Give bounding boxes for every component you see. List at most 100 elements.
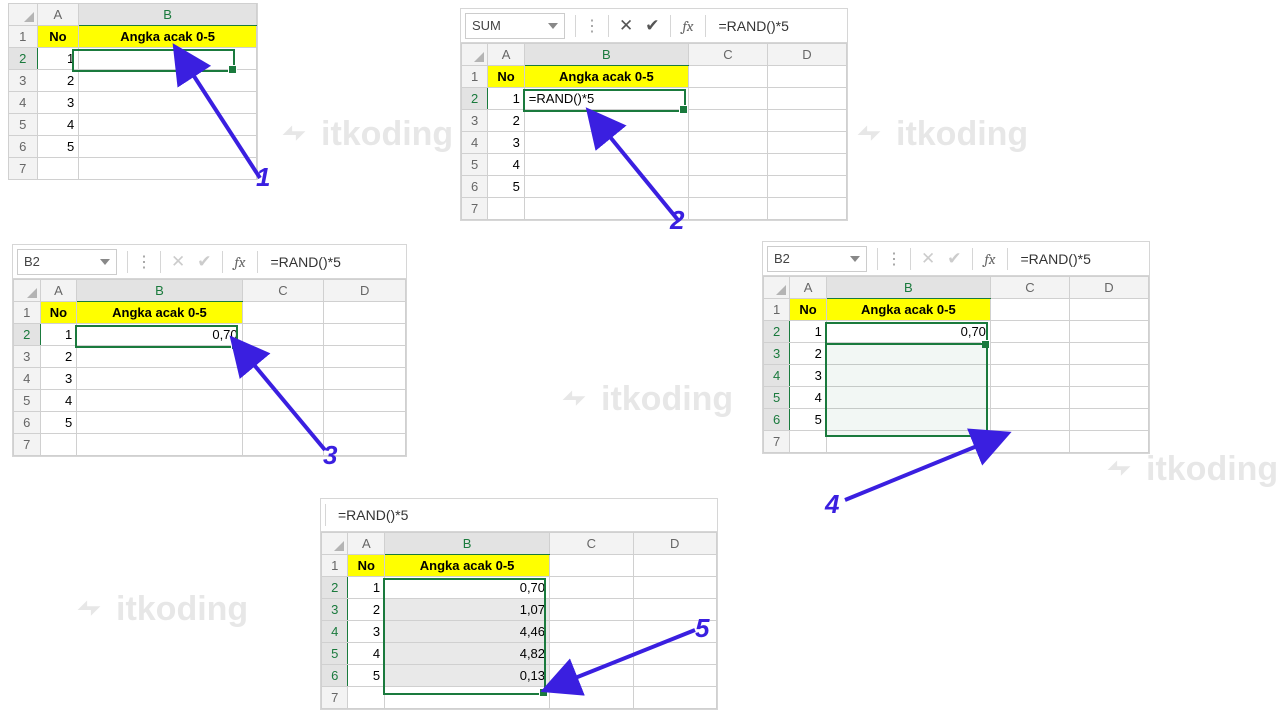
cell-b2[interactable]: 0,70 xyxy=(77,324,242,346)
row-header[interactable]: 2 xyxy=(462,88,488,110)
cell-a4[interactable]: 3 xyxy=(348,621,385,643)
row-header[interactable]: 3 xyxy=(14,346,41,368)
cell-b5[interactable]: 4,82 xyxy=(385,643,550,665)
name-box[interactable]: B2 xyxy=(17,249,117,275)
row-header[interactable]: 5 xyxy=(14,390,41,412)
cell-b6[interactable] xyxy=(79,136,257,158)
cell-b1[interactable]: Angka acak 0-5 xyxy=(79,26,257,48)
cell-b1[interactable]: Angka acak 0-5 xyxy=(826,299,990,321)
row-header[interactable]: 4 xyxy=(462,132,488,154)
cell-b6[interactable]: 0,13 xyxy=(385,665,550,687)
col-header-c[interactable]: C xyxy=(242,280,324,302)
col-header-b[interactable]: B xyxy=(77,280,242,302)
row-header[interactable]: 1 xyxy=(9,26,38,48)
cell-a1[interactable]: No xyxy=(790,299,826,321)
more-icon[interactable]: ⋮ xyxy=(580,16,604,36)
col-header-d[interactable]: D xyxy=(633,533,717,555)
cell-a1[interactable]: No xyxy=(37,26,79,48)
cell-a1[interactable]: No xyxy=(348,555,385,577)
row-header[interactable]: 1 xyxy=(462,66,488,88)
row-header[interactable]: 7 xyxy=(322,687,348,709)
col-header-a[interactable]: A xyxy=(790,277,826,299)
row-header[interactable]: 6 xyxy=(462,176,488,198)
cell-a2[interactable]: 1 xyxy=(348,577,385,599)
corner-cell[interactable] xyxy=(9,4,38,26)
name-box[interactable]: SUM xyxy=(465,13,565,39)
cell-a4[interactable]: 3 xyxy=(790,365,826,387)
cell-a6[interactable]: 5 xyxy=(40,412,77,434)
step5-grid[interactable]: A B C D 1 No Angka acak 0-5 2 1 0,70 3 2… xyxy=(321,532,717,709)
cell-b5[interactable] xyxy=(79,114,257,136)
cell-a1[interactable]: No xyxy=(488,66,524,88)
formula-input[interactable]: =RAND()*5 xyxy=(330,507,717,523)
cell-a2[interactable]: 1 xyxy=(40,324,77,346)
col-header-c[interactable]: C xyxy=(688,44,767,66)
cell-a4[interactable]: 3 xyxy=(40,368,77,390)
cell-b1[interactable]: Angka acak 0-5 xyxy=(385,555,550,577)
step2-grid[interactable]: A B C D 1 No Angka acak 0-5 2 1 =RAND()*… xyxy=(461,43,847,220)
corner-cell[interactable] xyxy=(322,533,348,555)
row-header[interactable]: 4 xyxy=(764,365,790,387)
row-header[interactable]: 5 xyxy=(322,643,348,665)
corner-cell[interactable] xyxy=(462,44,488,66)
cell-a2[interactable]: 1 xyxy=(37,48,79,70)
cell-b1[interactable]: Angka acak 0-5 xyxy=(524,66,688,88)
row-header[interactable]: 1 xyxy=(14,302,41,324)
cell-b2[interactable]: =RAND()*5 xyxy=(524,88,688,110)
cell-a1[interactable]: No xyxy=(40,302,77,324)
cell-a2[interactable]: 1 xyxy=(488,88,524,110)
step4-grid[interactable]: A B C D 1 No Angka acak 0-5 2 1 0,70 3 2… xyxy=(763,276,1149,453)
row-header[interactable]: 7 xyxy=(14,434,41,456)
fx-icon[interactable]: fx xyxy=(675,17,702,35)
col-header-a[interactable]: A xyxy=(488,44,524,66)
row-header[interactable]: 4 xyxy=(14,368,41,390)
col-header-d[interactable]: D xyxy=(324,280,406,302)
col-header-a[interactable]: A xyxy=(37,4,79,26)
cell-a3[interactable]: 2 xyxy=(348,599,385,621)
row-header[interactable]: 6 xyxy=(764,409,790,431)
cell-a5[interactable]: 4 xyxy=(40,390,77,412)
cell-a3[interactable]: 2 xyxy=(488,110,524,132)
cell-a5[interactable]: 4 xyxy=(488,154,524,176)
col-header-d[interactable]: D xyxy=(767,44,846,66)
cell-a5[interactable]: 4 xyxy=(348,643,385,665)
row-header[interactable]: 2 xyxy=(764,321,790,343)
col-header-c[interactable]: C xyxy=(990,277,1069,299)
col-header-d[interactable]: D xyxy=(1069,277,1148,299)
cell-b2[interactable]: 0,70 xyxy=(385,577,550,599)
cell-a4[interactable]: 3 xyxy=(488,132,524,154)
row-header[interactable]: 3 xyxy=(764,343,790,365)
col-header-b[interactable]: B xyxy=(826,277,990,299)
row-header[interactable]: 6 xyxy=(322,665,348,687)
cell-a4[interactable]: 3 xyxy=(37,92,79,114)
col-header-a[interactable]: A xyxy=(348,533,385,555)
fx-icon[interactable]: fx xyxy=(977,250,1004,268)
row-header[interactable]: 7 xyxy=(9,158,38,180)
row-header[interactable]: 5 xyxy=(462,154,488,176)
row-header[interactable]: 3 xyxy=(462,110,488,132)
cell-b4[interactable] xyxy=(79,92,257,114)
cell-b1[interactable]: Angka acak 0-5 xyxy=(77,302,242,324)
row-header[interactable]: 7 xyxy=(462,198,488,220)
col-header-b[interactable]: B xyxy=(385,533,550,555)
cell-a6[interactable]: 5 xyxy=(348,665,385,687)
corner-cell[interactable] xyxy=(14,280,41,302)
cell-a2[interactable]: 1 xyxy=(790,321,826,343)
cell-a3[interactable]: 2 xyxy=(790,343,826,365)
step3-grid[interactable]: A B C D 1 No Angka acak 0-5 2 1 0,70 3 2… xyxy=(13,279,406,456)
row-header[interactable]: 6 xyxy=(9,136,38,158)
cell-b3[interactable] xyxy=(79,70,257,92)
formula-input[interactable]: =RAND()*5 xyxy=(1012,251,1149,267)
fx-icon[interactable]: fx xyxy=(227,253,254,271)
row-header[interactable]: 2 xyxy=(322,577,348,599)
cell-a5[interactable]: 4 xyxy=(790,387,826,409)
cell-a6[interactable]: 5 xyxy=(37,136,79,158)
row-header[interactable]: 5 xyxy=(764,387,790,409)
row-header[interactable]: 7 xyxy=(764,431,790,453)
cell-a6[interactable]: 5 xyxy=(790,409,826,431)
cell-a5[interactable]: 4 xyxy=(37,114,79,136)
formula-input[interactable]: =RAND()*5 xyxy=(262,254,406,270)
cancel-icon[interactable]: ✕ xyxy=(613,16,639,36)
row-header[interactable]: 4 xyxy=(9,92,38,114)
row-header[interactable]: 2 xyxy=(9,48,38,70)
